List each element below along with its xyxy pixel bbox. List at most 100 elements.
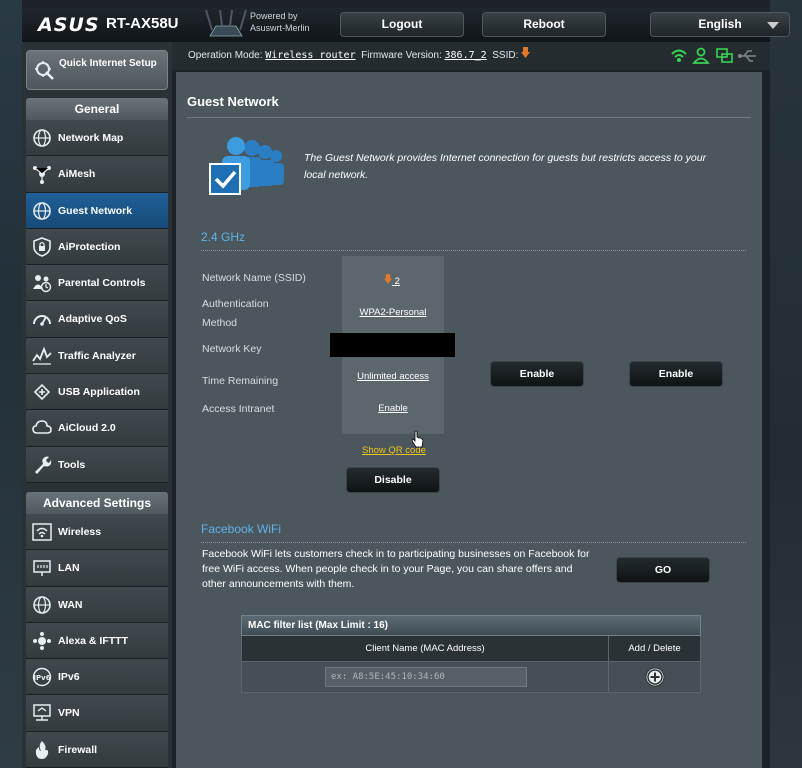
- guest1-ssid-link[interactable]: 2: [384, 274, 400, 287]
- background-right: [770, 0, 802, 768]
- sidebar-item-label: WAN: [58, 598, 83, 611]
- enable-guest-2-button[interactable]: Enable: [490, 361, 584, 387]
- sidebar-item-label: Parental Controls: [58, 277, 146, 290]
- sidebar-item-label: VPN: [58, 707, 80, 720]
- sidebar-item-label: LAN: [58, 562, 80, 575]
- ipv6-icon: IPv6: [32, 667, 52, 687]
- ssid-field-label: Network Name (SSID): [202, 272, 306, 284]
- lan-icon: [33, 560, 51, 577]
- alexa-icon: [33, 631, 51, 650]
- guest-people-icon: [209, 137, 284, 195]
- add-circle-icon[interactable]: [645, 667, 665, 687]
- sidebar-item-label: Wireless: [58, 526, 102, 538]
- advanced-settings-header: Advanced Settings: [26, 492, 168, 514]
- title-divider: [187, 117, 751, 118]
- auth-field-label-1: Authentication: [202, 298, 269, 310]
- guest1-network-key-redacted: [330, 333, 455, 357]
- sidebar-item-alexa-ifttt[interactable]: Alexa & IFTTT: [26, 622, 168, 660]
- mac-input-cell: ex: A8:5E:45:10:34:60: [242, 662, 609, 692]
- main-panel: Guest Network The Guest Network provides…: [176, 72, 762, 768]
- shield-lock-icon: [33, 237, 51, 257]
- globe-icon: [33, 129, 51, 147]
- status-bar: Operation Mode: Wireless router Firmware…: [172, 42, 770, 70]
- quick-setup-label: Quick Internet Setup: [59, 58, 157, 69]
- guest1-time-link[interactable]: Unlimited access: [342, 371, 444, 382]
- sidebar-item-usb-application[interactable]: USB Application: [26, 374, 168, 411]
- mac-filter-table: MAC filter list (Max Limit : 16) Client …: [241, 615, 701, 693]
- firmware-label: Firmware Version:: [361, 50, 442, 61]
- cloud-icon: [32, 420, 52, 435]
- sidebar-item-label: AiMesh: [58, 168, 96, 181]
- top-bar: ASUS RT-AX58U Powered by Asuswrt-Merlin …: [22, 8, 790, 42]
- guest-globe-icon: [33, 201, 51, 220]
- mesh-icon: [33, 166, 51, 185]
- facebook-go-button[interactable]: GO: [616, 557, 710, 583]
- sidebar-item-label: Adaptive QoS: [58, 313, 127, 326]
- network-icon[interactable]: [716, 48, 733, 63]
- sidebar-item-network-map[interactable]: Network Map: [26, 120, 168, 157]
- asus-logo: ASUS: [38, 14, 100, 36]
- sidebar-item-firewall[interactable]: Firewall: [26, 731, 168, 768]
- facebook-wifi-header: Facebook WiFi: [201, 522, 282, 536]
- mac-filter-title: MAC filter list (Max Limit : 16): [241, 615, 701, 636]
- sidebar-item-aicloud-2-0[interactable]: AiCloud 2.0: [26, 410, 168, 447]
- disable-guest-1-button[interactable]: Disable: [346, 467, 440, 493]
- chevron-down-icon: [767, 22, 779, 29]
- facebook-wifi-description: Facebook WiFi lets customers check in to…: [202, 548, 590, 590]
- svg-text:IPv6: IPv6: [33, 674, 50, 682]
- general-menu: Network Map AiMesh Guest Network AiProtecti…: [26, 120, 168, 483]
- model-name: RT-AX58U: [106, 15, 179, 32]
- wifi-icon[interactable]: [671, 49, 687, 63]
- ssid-flag-icon: [384, 274, 392, 284]
- op-mode-value[interactable]: Wireless router: [265, 50, 355, 61]
- status-text: Operation Mode: Wireless router Firmware…: [188, 42, 531, 70]
- wireless-icon: [32, 523, 52, 541]
- ssid-label: SSID:: [492, 50, 519, 61]
- sidebar-item-aiprotection[interactable]: AiProtection: [26, 228, 168, 266]
- sidebar-item-wireless[interactable]: Wireless: [26, 514, 168, 551]
- logout-button[interactable]: Logout: [340, 12, 464, 37]
- sidebar-item-guest-network[interactable]: Guest Network: [26, 192, 168, 229]
- sidebar-item-traffic-analyzer[interactable]: Traffic Analyzer: [26, 337, 168, 375]
- mac-filter-input-row: ex: A8:5E:45:10:34:60: [241, 662, 701, 693]
- usb-puzzle-icon: [33, 383, 51, 401]
- sidebar-item-label: Firewall: [58, 743, 98, 756]
- sidebar-item-vpn[interactable]: VPN: [26, 695, 168, 732]
- reboot-button[interactable]: Reboot: [482, 12, 606, 37]
- sidebar-item-lan[interactable]: LAN: [26, 550, 168, 587]
- sidebar-item-adaptive-qos[interactable]: Adaptive QoS: [26, 301, 168, 338]
- gauge-icon: [33, 315, 51, 327]
- guest1-ssid-value: 2: [394, 276, 400, 287]
- time-field-label: Time Remaining: [202, 375, 279, 387]
- usb-icon[interactable]: [738, 50, 756, 62]
- ssid-icon[interactable]: [521, 47, 531, 58]
- sidebar-item-wan[interactable]: WAN: [26, 586, 168, 623]
- sidebar-item-ipv6[interactable]: IPv6 IPv6: [26, 659, 168, 696]
- sidebar-item-tools[interactable]: Tools: [26, 446, 168, 483]
- sidebar-item-aimesh[interactable]: AiMesh: [26, 156, 168, 193]
- guest1-auth-link[interactable]: WPA2-Personal: [342, 307, 444, 318]
- mac-address-input[interactable]: ex: A8:5E:45:10:34:60: [325, 667, 527, 687]
- col-client-name: Client Name (MAC Address): [242, 636, 609, 661]
- powered-line-1: Powered by: [250, 11, 298, 21]
- powered-by: Powered by Asuswrt-Merlin: [250, 10, 310, 34]
- firmware-value[interactable]: 386.7_2: [445, 50, 487, 61]
- facebook-divider: [201, 542, 746, 543]
- sidebar-item-label: Network Map: [58, 132, 124, 144]
- guest-network-description: The Guest Network provides Internet conn…: [304, 152, 707, 181]
- mouse-cursor-icon: [412, 430, 424, 448]
- mac-action-cell: [609, 662, 700, 692]
- enable-guest-3-button[interactable]: Enable: [629, 361, 723, 387]
- background-left: [0, 0, 22, 768]
- user-icon[interactable]: [692, 47, 710, 64]
- wrench-icon: [35, 456, 52, 474]
- page-title: Guest Network: [187, 94, 279, 109]
- quick-internet-setup-button[interactable]: Quick Internet Setup: [26, 50, 168, 90]
- powered-line-2: Asuswrt-Merlin: [250, 23, 310, 33]
- vpn-icon: [33, 704, 51, 722]
- sidebar-item-parental-controls[interactable]: Parental Controls: [26, 265, 168, 302]
- guest1-intranet-link[interactable]: Enable: [342, 403, 444, 414]
- language-select[interactable]: English: [650, 12, 790, 37]
- col-add-delete: Add / Delete: [628, 643, 681, 654]
- status-icons: [671, 47, 756, 64]
